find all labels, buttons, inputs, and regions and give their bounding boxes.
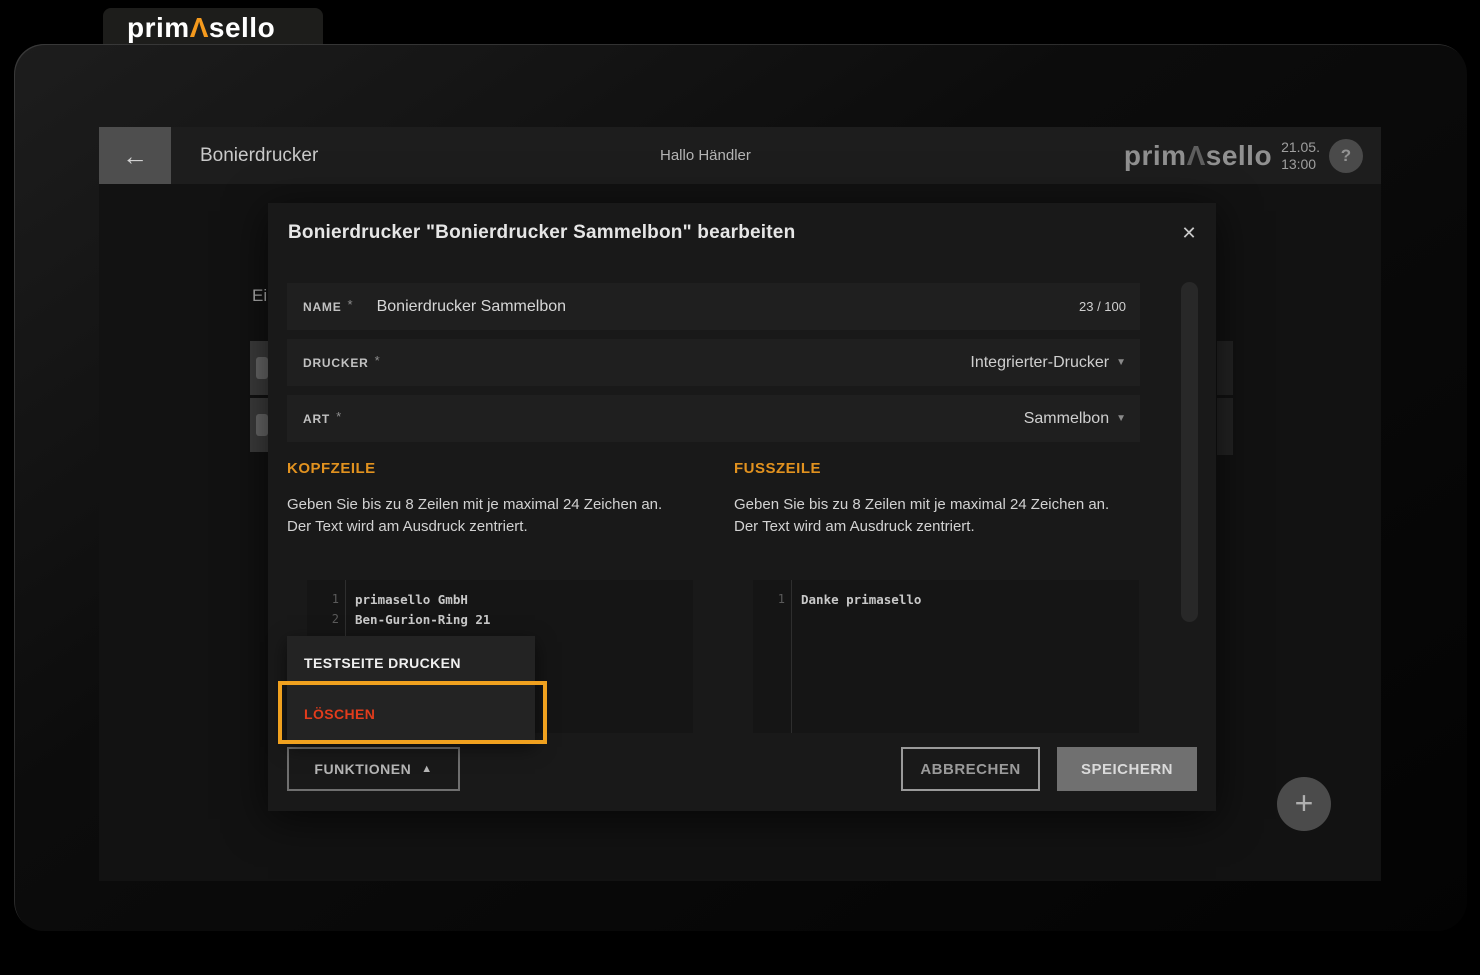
add-printer-fab[interactable]: + — [1277, 777, 1331, 831]
question-icon: ? — [1341, 146, 1351, 166]
app-header: ← Bonierdrucker Hallo Händler primΛsello… — [99, 127, 1381, 184]
plus-icon: + — [1295, 787, 1314, 819]
header-logo-accent: Λ — [1187, 140, 1206, 171]
kopfzeile-heading: KOPFZEILE — [287, 460, 376, 477]
editor-line: 1 primasello GmbH — [307, 589, 693, 609]
time-text: 13:00 — [1281, 156, 1320, 173]
line-number: 1 — [753, 592, 785, 606]
device-screen: ← Bonierdrucker Hallo Händler primΛsello… — [14, 44, 1467, 931]
editor-line: 2 Ben-Gurion-Ring 21 — [307, 609, 693, 629]
name-label: NAME — [303, 300, 342, 314]
required-asterisk: * — [348, 297, 353, 312]
save-label: SPEICHERN — [1081, 761, 1173, 778]
menu-item-label: TESTSEITE DRUCKEN — [304, 655, 461, 671]
brand-logo-suffix: sello — [209, 12, 275, 43]
required-asterisk: * — [375, 353, 380, 368]
background-partial-heading: Ei — [252, 286, 267, 306]
name-field[interactable]: NAME * Bonierdrucker Sammelbon 23 / 100 — [287, 283, 1140, 330]
chevron-up-icon: ▲ — [421, 763, 432, 775]
funktionen-button[interactable]: FUNKTIONEN ▲ — [287, 747, 460, 791]
back-arrow-icon: ← — [122, 143, 148, 169]
app-window: ← Bonierdrucker Hallo Händler primΛsello… — [99, 127, 1381, 881]
brand-logo-prefix: prim — [127, 12, 190, 43]
drucker-label: DRUCKER — [303, 356, 369, 370]
background-list-item-edge — [1217, 398, 1233, 455]
fusszeile-heading: FUSSZEILE — [734, 460, 821, 477]
drucker-select[interactable]: DRUCKER * Integrierter-Drucker ▼ — [287, 339, 1140, 386]
funktionen-label: FUNKTIONEN — [314, 761, 411, 777]
kopfzeile-desc-line2: Der Text wird am Ausdruck zentriert. — [287, 518, 528, 535]
save-button[interactable]: SPEICHERN — [1057, 747, 1197, 791]
brand-tab: primΛsello — [103, 8, 323, 47]
menu-item-loeschen[interactable]: LÖSCHEN — [287, 689, 535, 739]
brand-logo: primΛsello — [127, 12, 275, 44]
close-button[interactable]: ✕ — [1173, 217, 1205, 249]
art-value: Sammelbon — [1024, 410, 1109, 428]
page-title: Bonierdrucker — [200, 145, 318, 167]
char-counter: 23 / 100 — [1079, 299, 1126, 314]
required-asterisk: * — [336, 409, 341, 424]
editor-line: 1 Danke primasello — [753, 589, 1139, 609]
header-logo-prefix: prim — [1124, 140, 1187, 171]
art-select[interactable]: ART * Sammelbon ▼ — [287, 395, 1140, 442]
kopfzeile-description: Geben Sie bis zu 8 Zeilen mit je maximal… — [287, 494, 679, 538]
line-text: Ben-Gurion-Ring 21 — [355, 612, 490, 627]
line-text: primasello GmbH — [355, 592, 468, 607]
printer-icon — [256, 414, 268, 436]
background-list-item — [250, 341, 268, 395]
brand-logo-accent: Λ — [190, 12, 209, 43]
line-number: 1 — [307, 592, 339, 606]
kopfzeile-desc-line1: Geben Sie bis zu 8 Zeilen mit je maximal… — [287, 496, 662, 513]
dialog-title: Bonierdrucker "Bonierdrucker Sammelbon" … — [288, 222, 795, 244]
close-icon: ✕ — [1181, 223, 1196, 244]
header-right-cluster: primΛsello 21.05. 13:00 ? — [1124, 127, 1363, 184]
fusszeile-desc-line1: Geben Sie bis zu 8 Zeilen mit je maximal… — [734, 496, 1109, 513]
header-brand-logo: primΛsello — [1124, 140, 1272, 172]
header-logo-suffix: sello — [1206, 140, 1272, 171]
edit-printer-dialog: Bonierdrucker "Bonierdrucker Sammelbon" … — [268, 203, 1216, 811]
line-text: Danke primasello — [801, 592, 921, 607]
menu-item-testseite-drucken[interactable]: TESTSEITE DRUCKEN — [287, 638, 535, 688]
drucker-value: Integrierter-Drucker — [970, 354, 1109, 372]
funktionen-menu: TESTSEITE DRUCKEN LÖSCHEN — [287, 636, 535, 741]
chevron-down-icon: ▼ — [1116, 357, 1126, 368]
date-text: 21.05. — [1281, 139, 1320, 156]
greeting-text: Hallo Händler — [660, 127, 751, 184]
cancel-label: ABBRECHEN — [920, 761, 1020, 778]
datetime-display: 21.05. 13:00 — [1281, 139, 1320, 173]
cancel-button[interactable]: ABBRECHEN — [901, 747, 1040, 791]
chevron-down-icon: ▼ — [1116, 413, 1126, 424]
fusszeile-editor[interactable]: 1 Danke primasello — [753, 580, 1139, 733]
printer-icon — [256, 357, 268, 379]
background-list-item — [250, 398, 268, 452]
menu-item-label: LÖSCHEN — [304, 706, 375, 722]
background-list-item-edge — [1217, 341, 1233, 395]
art-label: ART — [303, 412, 330, 426]
name-value: Bonierdrucker Sammelbon — [377, 298, 566, 316]
line-number: 2 — [307, 612, 339, 626]
modal-scrollbar[interactable] — [1181, 282, 1198, 622]
help-button[interactable]: ? — [1329, 139, 1363, 173]
back-button[interactable]: ← — [99, 127, 171, 184]
fusszeile-description: Geben Sie bis zu 8 Zeilen mit je maximal… — [734, 494, 1126, 538]
fusszeile-desc-line2: Der Text wird am Ausdruck zentriert. — [734, 518, 975, 535]
